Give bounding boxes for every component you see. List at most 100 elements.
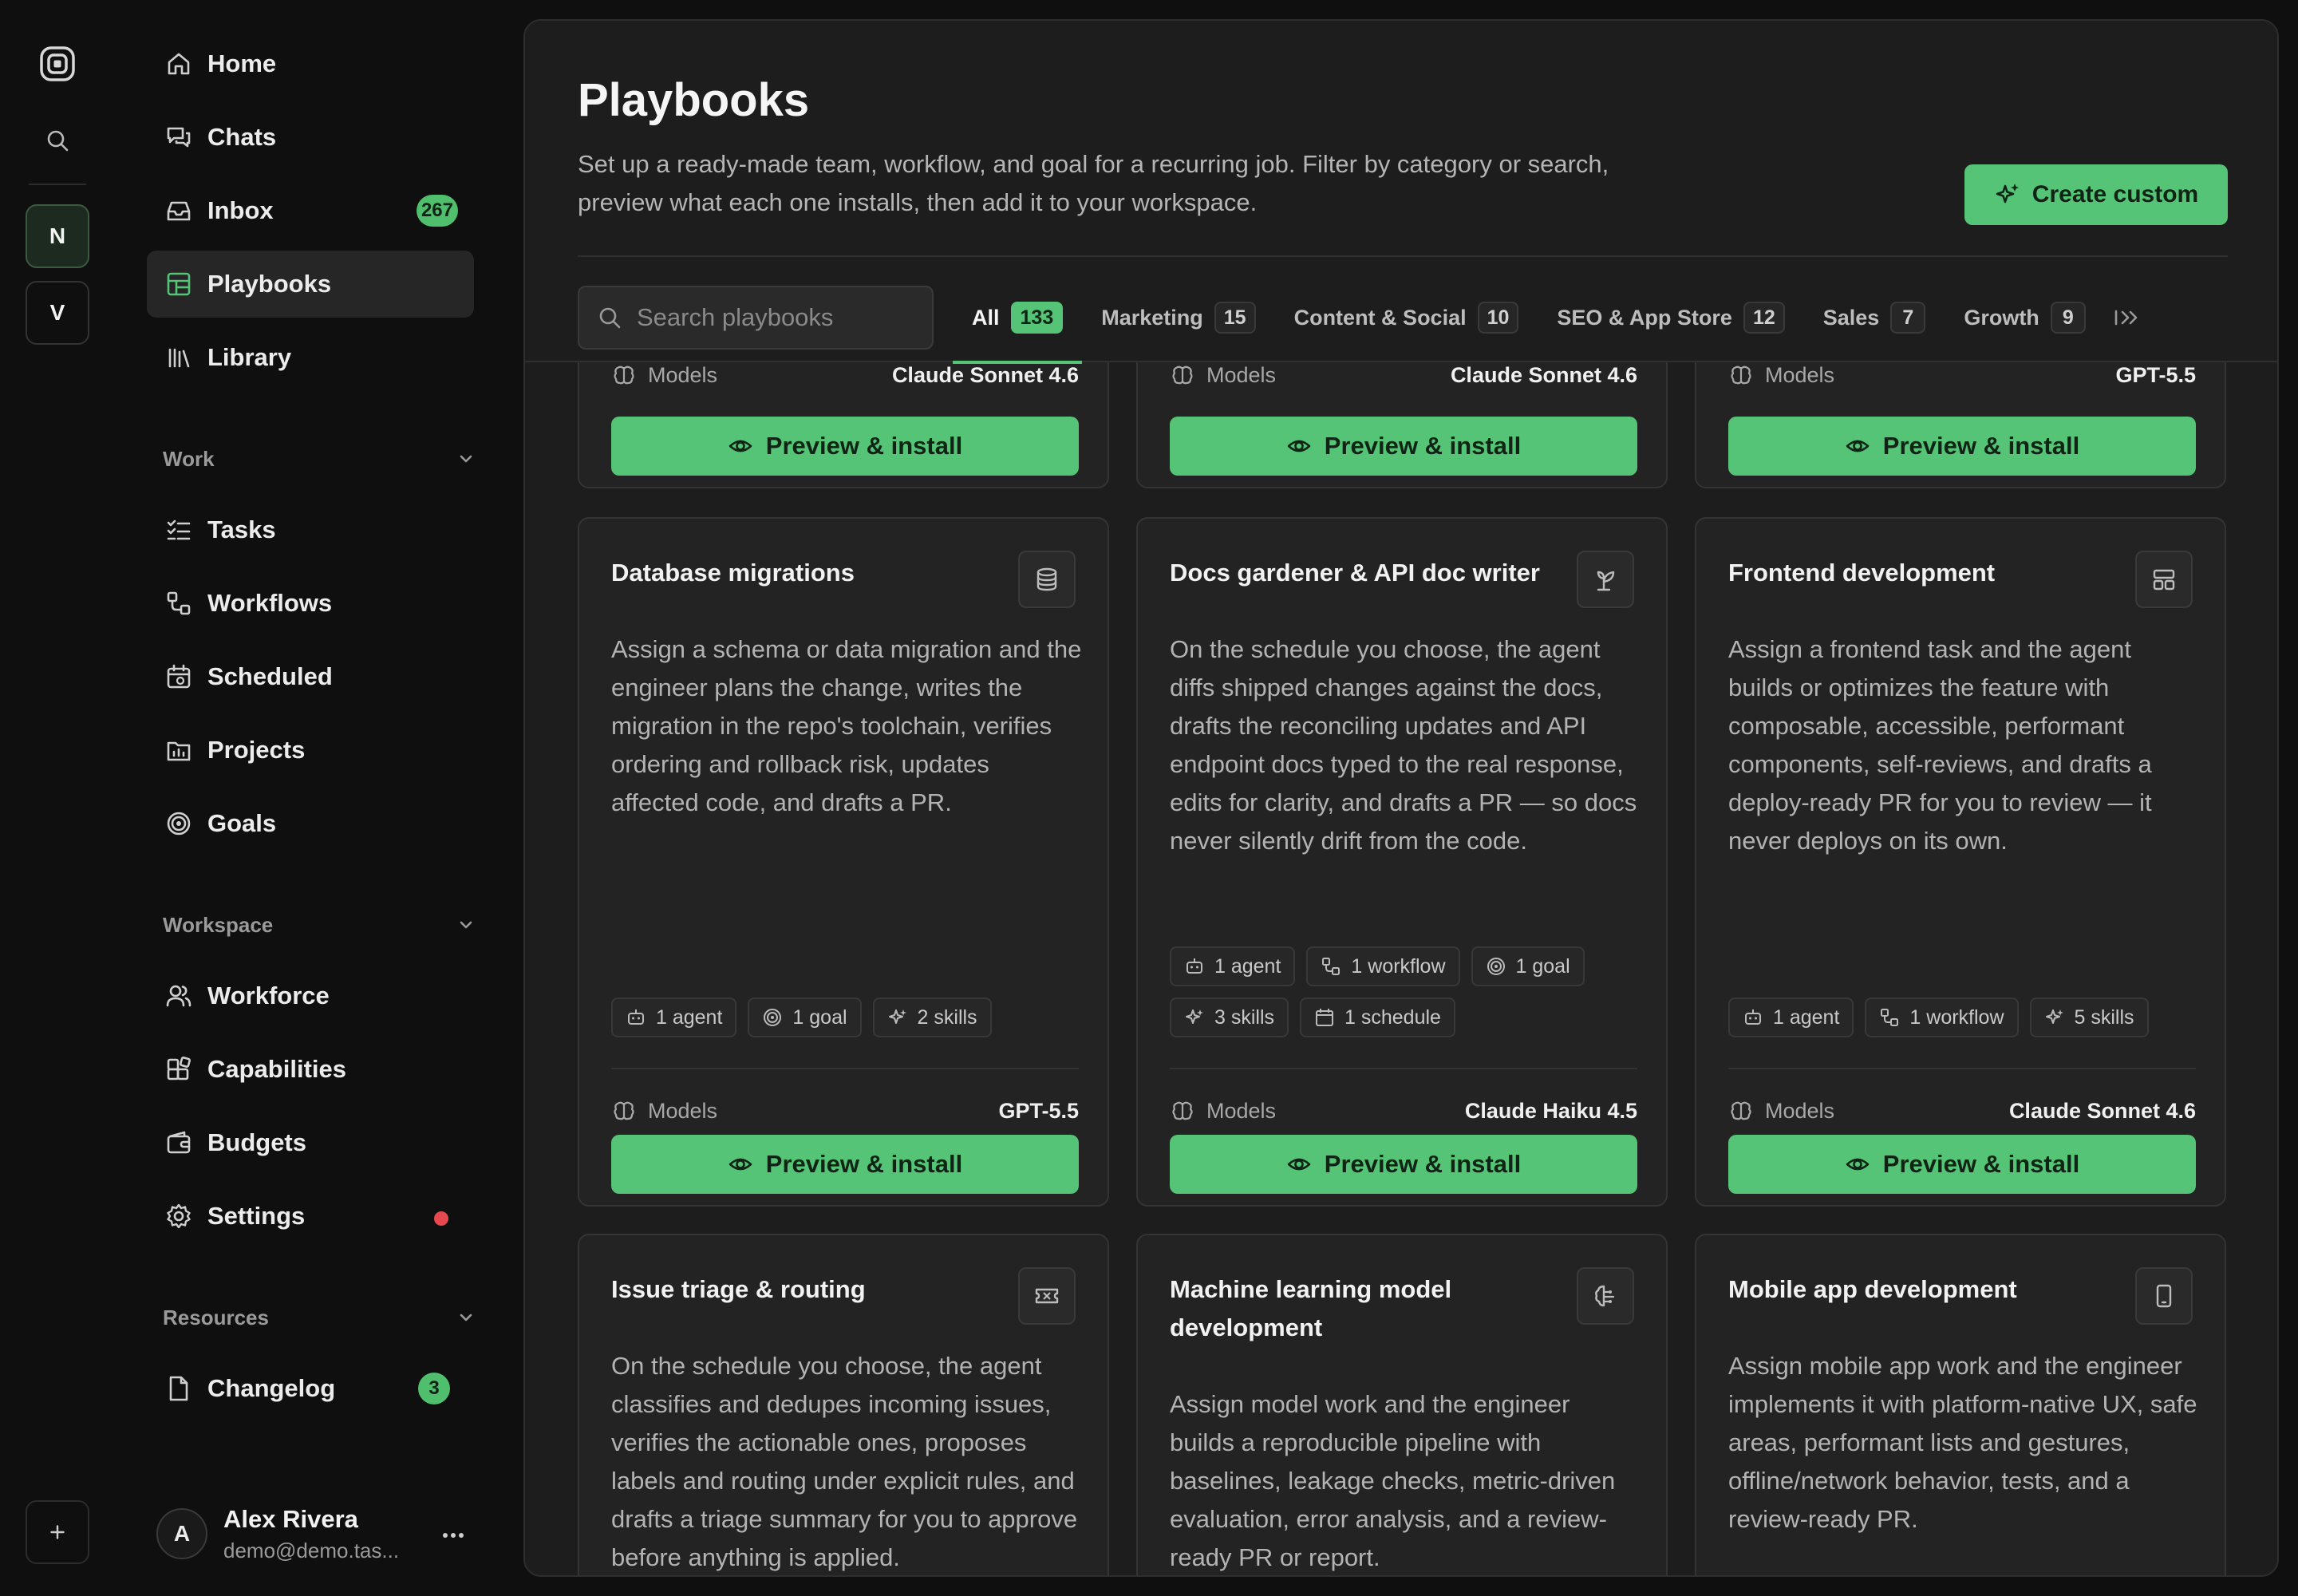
chevron-down-icon: [460, 921, 472, 929]
sidebar-item-label: Changelog: [207, 1374, 336, 1402]
section-toggle-resources[interactable]: Resources: [163, 1298, 482, 1337]
page-title: Playbooks: [578, 74, 810, 126]
bot-icon: [1187, 958, 1202, 974]
eye-icon: [1287, 440, 1311, 452]
playbook-card-ml-model-development[interactable]: Machine learning model development Assig…: [1136, 1234, 1668, 1575]
model-name: Claude Sonnet 4.6: [2008, 1098, 2196, 1123]
tab-content-social[interactable]: Content & Social 10: [1275, 286, 1538, 350]
section-toggle-work[interactable]: Work: [163, 439, 482, 479]
calendar-icon: [167, 664, 191, 689]
sparkles-icon: [888, 1009, 906, 1024]
user-profile[interactable]: A Alex Rivera demo@demo.tas...: [156, 1487, 484, 1580]
preview-install-button[interactable]: Preview & install: [1170, 417, 1637, 476]
calendar-icon: [1316, 1009, 1334, 1026]
chevron-down-icon: [460, 1314, 472, 1321]
card-title: Frontend development: [1728, 559, 1996, 587]
tab-sales[interactable]: Sales 7: [1804, 286, 1945, 350]
sidebar-item-playbooks[interactable]: Playbooks: [147, 251, 474, 318]
playbook-card-database-migrations[interactable]: Database migrations Assign a schema or d…: [578, 517, 1109, 1207]
preview-install-button[interactable]: Preview & install: [1728, 1135, 2196, 1194]
card-description: Assign mobile app work and the engineer …: [1728, 1352, 2197, 1533]
chip-agents: 1 agent: [611, 998, 737, 1037]
tab-marketing[interactable]: Marketing 15: [1082, 286, 1274, 350]
file-icon: [169, 1376, 188, 1401]
sidebar-item-projects[interactable]: Projects: [147, 717, 474, 784]
sidebar-item-scheduled[interactable]: Scheduled: [147, 643, 474, 710]
add-workspace-button[interactable]: [26, 1500, 89, 1564]
sparkles-icon: [1186, 1009, 1203, 1024]
sparkles-icon: [1996, 184, 2019, 203]
smartphone-icon: [2135, 1267, 2193, 1325]
user-name: Alex Rivera: [223, 1504, 358, 1533]
chip-workflows: 1 workflow: [1306, 946, 1460, 986]
sidebar-item-goals[interactable]: Goals: [147, 790, 474, 857]
preview-install-button[interactable]: Preview & install: [611, 1135, 1079, 1194]
rail-divider: [29, 184, 86, 185]
sidebar-item-label: Workflows: [207, 589, 333, 617]
avatar: A: [156, 1508, 207, 1559]
create-custom-button[interactable]: Create custom: [1964, 164, 2228, 225]
sidebar-item-label: Goals: [207, 809, 277, 837]
playbook-card-docs-gardener[interactable]: Docs gardener & API doc writer On the sc…: [1136, 517, 1668, 1207]
section-toggle-workspace[interactable]: Workspace: [163, 905, 482, 945]
tab-growth[interactable]: Growth 9: [1945, 286, 2105, 350]
playbook-card-issue-triage[interactable]: Issue triage & routing On the schedule y…: [578, 1234, 1109, 1575]
eye-icon: [728, 440, 752, 452]
card-title: Docs gardener & API doc writer: [1170, 559, 1540, 587]
chip-schedules: 1 schedule: [1300, 998, 1455, 1037]
card-divider: [611, 1068, 1079, 1069]
tasks-icon: [167, 519, 191, 540]
model-name: Claude Sonnet 4.6: [891, 362, 1079, 387]
sidebar-item-label: Library: [207, 343, 292, 371]
preview-install-button[interactable]: Preview & install: [611, 417, 1079, 476]
preview-install-button[interactable]: Preview & install: [1728, 417, 2196, 476]
tab-all[interactable]: All 133: [953, 286, 1083, 364]
sidebar-item-settings[interactable]: Settings: [147, 1183, 474, 1250]
sidebar-item-tasks[interactable]: Tasks: [147, 496, 474, 563]
sidebar-item-budgets[interactable]: Budgets: [147, 1109, 474, 1176]
sidebar-item-workforce[interactable]: Workforce: [147, 962, 474, 1029]
sidebar-item-home[interactable]: Home: [147, 30, 474, 97]
card-description: Assign model work and the engineer build…: [1170, 1390, 1616, 1571]
bot-icon: [1745, 1009, 1761, 1025]
sidebar-item-label: Budgets: [207, 1128, 306, 1156]
model-name: Claude Sonnet 4.6: [1450, 362, 1637, 387]
sidebar-item-chats[interactable]: Chats: [147, 104, 474, 171]
sidebar-item-label: Home: [207, 49, 277, 77]
eye-icon: [1846, 440, 1870, 452]
tab-seo-app-store[interactable]: SEO & App Store 12: [1538, 286, 1803, 350]
target-icon: [1487, 958, 1505, 975]
more-options-icon[interactable]: [437, 1519, 469, 1551]
workflow-icon: [1881, 1009, 1899, 1026]
playbook-card-frontend-development[interactable]: Frontend development Assign a frontend t…: [1695, 517, 2226, 1207]
search-icon[interactable]: [45, 128, 70, 153]
sidebar-item-workflows[interactable]: Workflows: [147, 570, 474, 637]
nav-sidebar: Home Chats Inbox 267 Playbooks Library W…: [115, 0, 523, 1596]
category-tabs: All 133 Marketing 15 Content & Social 10 SE…: [953, 286, 2150, 364]
database-icon: [1018, 551, 1076, 608]
playbook-card-mobile-app-development[interactable]: Mobile app development Assign mobile app…: [1695, 1234, 2226, 1575]
preview-install-button[interactable]: Preview & install: [1170, 1135, 1637, 1194]
page-header: Playbooks Set up a ready-made team, work…: [525, 21, 2277, 257]
model-name: Claude Haiku 4.5: [1464, 1098, 1637, 1123]
brain-icon: [614, 1101, 634, 1120]
chip-skills: 5 skills: [2029, 998, 2149, 1037]
search-icon: [599, 307, 621, 329]
card-description: Assign a schema or data migration and th…: [611, 635, 1082, 816]
sidebar-item-capabilities[interactable]: Capabilities: [147, 1036, 474, 1103]
app-logo-icon[interactable]: [38, 45, 77, 83]
ticket-icon: [1018, 1267, 1076, 1325]
bot-icon: [628, 1009, 644, 1025]
sidebar-item-changelog[interactable]: Changelog 3: [147, 1355, 474, 1422]
workspace-switch-v[interactable]: V: [26, 281, 89, 345]
tabs-scroll-right-icon[interactable]: [2105, 286, 2150, 350]
card-description: On the schedule you choose, the agent di…: [1170, 635, 1637, 855]
sidebar-item-inbox[interactable]: Inbox 267: [147, 177, 474, 244]
sidebar-item-label: Capabilities: [207, 1055, 346, 1083]
sidebar-item-library[interactable]: Library: [147, 324, 474, 391]
search-input[interactable]: [637, 303, 924, 332]
search-box[interactable]: [578, 286, 934, 350]
models-row: Models Claude Sonnet 4.6: [611, 359, 1079, 391]
workspace-switch-n[interactable]: N: [26, 204, 89, 268]
chip-agents: 1 agent: [1728, 998, 1854, 1037]
